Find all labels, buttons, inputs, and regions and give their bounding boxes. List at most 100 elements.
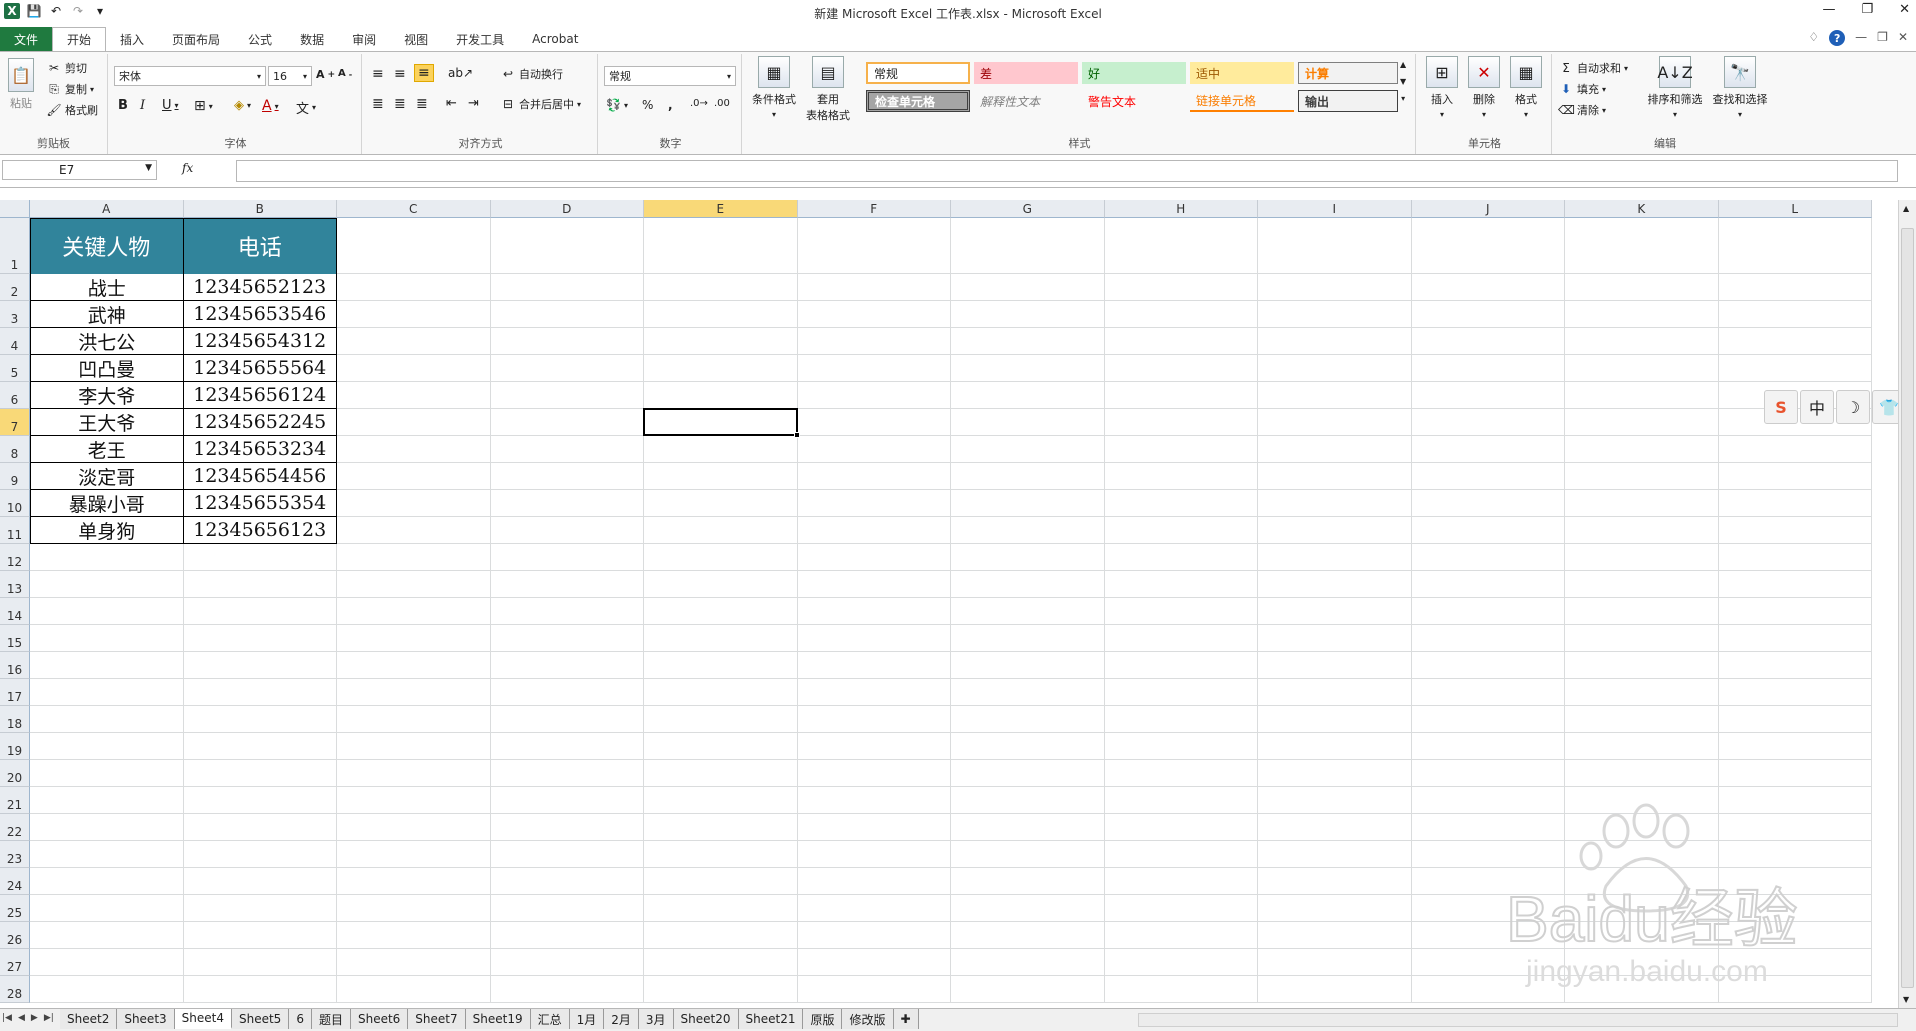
row-header-3[interactable]: 3	[0, 301, 30, 328]
copy-button[interactable]: ⎘ 复制 ▾	[46, 81, 94, 97]
row-header-22[interactable]: 22	[0, 814, 30, 841]
column-header-c[interactable]: C	[337, 200, 491, 218]
row-header-24[interactable]: 24	[0, 868, 30, 895]
tab-view[interactable]: 视图	[390, 27, 442, 51]
row-header-26[interactable]: 26	[0, 922, 30, 949]
row-header-6[interactable]: 6	[0, 382, 30, 409]
name-cell[interactable]: 李大爷	[30, 382, 184, 409]
font-color-button[interactable]: A ▾	[262, 98, 279, 114]
tab-file[interactable]: 文件	[0, 27, 52, 51]
sheet-tab[interactable]: 3月	[638, 1009, 674, 1029]
style-bad[interactable]: 差	[974, 62, 1078, 84]
cut-button[interactable]: ✂ 剪切	[46, 60, 87, 76]
wrap-text-button[interactable]: ↩ 自动换行	[500, 66, 563, 82]
orientation-button[interactable]: ab↗	[448, 66, 473, 80]
format-painter-button[interactable]: 🖌 格式刷	[46, 102, 98, 118]
percent-button[interactable]: %	[642, 98, 653, 112]
fill-button[interactable]: ⬇ 填充 ▾	[1558, 81, 1606, 97]
row-header-19[interactable]: 19	[0, 733, 30, 760]
column-header-a[interactable]: A	[30, 200, 184, 218]
phone-cell[interactable]: 12345656124	[183, 382, 337, 409]
column-header-h[interactable]: H	[1104, 200, 1258, 218]
last-sheet-icon[interactable]: ▶|	[44, 1013, 54, 1023]
styles-scroll[interactable]: ▲ ▼ ▾	[1400, 60, 1406, 103]
grow-font-button[interactable]: A +	[316, 68, 335, 81]
phone-cell[interactable]: 12345654456	[183, 463, 337, 490]
bold-button[interactable]: B	[118, 98, 128, 113]
row-header-8[interactable]: 8	[0, 436, 30, 463]
borders-button[interactable]: ⊞ ▾	[194, 98, 213, 114]
row-header-21[interactable]: 21	[0, 787, 30, 814]
align-bottom-button[interactable]: ≡	[414, 64, 434, 82]
column-header-j[interactable]: J	[1411, 200, 1565, 218]
sheet-tab[interactable]: Sheet4	[174, 1009, 232, 1029]
align-center-button[interactable]: ≣	[394, 96, 406, 112]
scroll-up-icon[interactable]: ▲	[1903, 204, 1909, 213]
row-header-14[interactable]: 14	[0, 598, 30, 625]
active-cell[interactable]	[643, 408, 798, 436]
sheet-tab[interactable]: 原版	[803, 1009, 843, 1029]
phonetic-button[interactable]: 文 ▾	[296, 98, 316, 117]
row-header-5[interactable]: 5	[0, 355, 30, 382]
select-all-corner[interactable]	[0, 200, 30, 218]
scroll-down-icon[interactable]: ▼	[1903, 995, 1909, 1004]
row-header-27[interactable]: 27	[0, 949, 30, 976]
row-header-15[interactable]: 15	[0, 625, 30, 652]
column-header-i[interactable]: I	[1258, 200, 1412, 218]
sheet-tab[interactable]: Sheet5	[231, 1009, 290, 1029]
first-sheet-icon[interactable]: |◀	[2, 1013, 12, 1023]
row-header-10[interactable]: 10	[0, 490, 30, 517]
vertical-scroll-thumb[interactable]	[1901, 228, 1914, 988]
row-header-25[interactable]: 25	[0, 895, 30, 922]
style-calculation[interactable]: 计算	[1298, 62, 1398, 84]
decrease-decimal-button[interactable]: .00	[714, 98, 730, 109]
row-header-17[interactable]: 17	[0, 679, 30, 706]
tab-formulas[interactable]: 公式	[234, 27, 286, 51]
shrink-font-button[interactable]: A-	[338, 68, 352, 79]
align-middle-button[interactable]: ≡	[394, 66, 406, 82]
name-cell[interactable]: 淡定哥	[30, 463, 184, 490]
prev-sheet-icon[interactable]: ◀	[18, 1013, 25, 1023]
name-cell[interactable]: 单身狗	[30, 517, 184, 544]
row-header-13[interactable]: 13	[0, 571, 30, 598]
increase-decimal-button[interactable]: .0→	[690, 98, 708, 109]
sheet-tab[interactable]: Sheet2	[60, 1009, 118, 1029]
column-header-f[interactable]: F	[797, 200, 951, 218]
tab-acrobat[interactable]: Acrobat	[518, 27, 592, 51]
sogou-logo-icon[interactable]: S	[1764, 390, 1798, 424]
sheet-tab[interactable]: 2月	[604, 1009, 639, 1029]
sheet-tab[interactable]: 修改版	[842, 1009, 894, 1029]
name-cell[interactable]: 武神	[30, 301, 184, 328]
style-warning[interactable]: 警告文本	[1082, 90, 1186, 112]
style-normal[interactable]: 常规	[866, 62, 970, 84]
next-sheet-icon[interactable]: ▶	[31, 1013, 38, 1023]
column-header-e[interactable]: E	[644, 200, 798, 218]
ime-chinese-mode-button[interactable]: 中	[1800, 390, 1834, 424]
doc-restore-icon[interactable]: ❐	[1877, 30, 1888, 46]
sheet-tab[interactable]: 汇总	[530, 1009, 570, 1029]
tab-page-layout[interactable]: 页面布局	[158, 27, 234, 51]
style-good[interactable]: 好	[1082, 62, 1186, 84]
row-header-11[interactable]: 11	[0, 517, 30, 544]
table-header-cell[interactable]: 电话	[183, 218, 337, 274]
horizontal-scrollbar[interactable]	[1138, 1013, 1898, 1027]
close-icon[interactable]: ✕	[1899, 2, 1910, 17]
phone-cell[interactable]: 12345655564	[183, 355, 337, 382]
worksheet-grid[interactable]: A B C D E F G H I J K L 1 2 3 4 5 6 7 8 9 10 11 12 13 14 15 16 17 18 1…	[0, 200, 1898, 1008]
paste-button[interactable]: 📋 粘贴	[6, 58, 36, 111]
name-cell[interactable]: 王大爷	[30, 409, 184, 436]
tab-review[interactable]: 审阅	[338, 27, 390, 51]
name-cell[interactable]: 老王	[30, 436, 184, 463]
align-left-button[interactable]: ≣	[372, 96, 384, 112]
delete-cells-button[interactable]: ✕ 删除 ▾	[1464, 56, 1504, 119]
vertical-scrollbar[interactable]: ▲ ▼	[1898, 200, 1916, 1008]
style-output[interactable]: 输出	[1298, 90, 1398, 112]
phone-cell[interactable]: 12345652123	[183, 274, 337, 301]
underline-button[interactable]: U ▾	[162, 98, 179, 113]
name-box-dropdown-icon[interactable]: ▼	[145, 163, 152, 173]
name-box[interactable]: E7 ▼	[2, 160, 157, 180]
row-header-4[interactable]: 4	[0, 328, 30, 355]
doc-minimize-icon[interactable]: —	[1855, 30, 1867, 46]
phone-cell[interactable]: 12345652245	[183, 409, 337, 436]
merge-center-button[interactable]: ⊟ 合并后居中 ▾	[500, 96, 581, 112]
